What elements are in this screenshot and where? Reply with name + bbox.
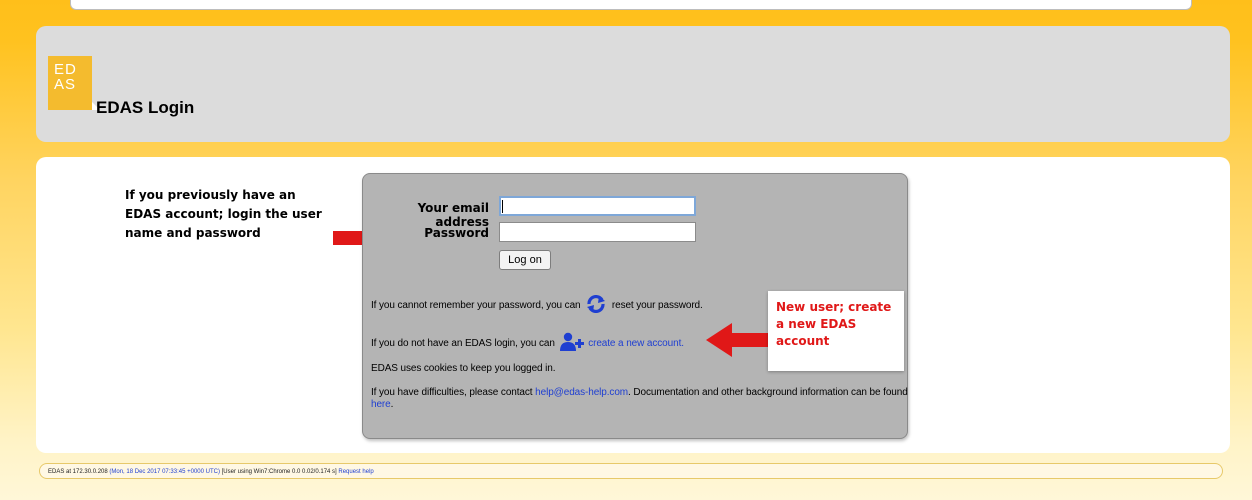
- text-caret: [502, 200, 503, 213]
- reset-prefix: If you cannot remember your password, yo…: [371, 300, 581, 312]
- help-email-link[interactable]: help@edas-help.com: [535, 387, 628, 398]
- footer-status-bar: EDAS at 172.30.0.208 (Mon, 18 Dec 2017 0…: [39, 463, 1223, 479]
- help-line: If you have difficulties, please contact…: [371, 387, 911, 411]
- new-account-line: If you do not have an EDAS login, you ca…: [371, 332, 684, 355]
- header-panel: ED AS EDAS Login: [36, 26, 1230, 142]
- email-label: Your email address: [417, 201, 489, 229]
- reset-password-line: If you cannot remember your password, yo…: [371, 295, 703, 316]
- new-user-annotation-text: New user; create a new EDAS account: [776, 300, 892, 348]
- log-on-button[interactable]: Log on: [499, 250, 551, 270]
- edas-logo: ED AS: [48, 56, 100, 110]
- new-user-callout: New user; create a new EDAS account: [768, 291, 904, 371]
- annotation-arrow-new-account: [706, 323, 770, 357]
- cookies-notice: EDAS uses cookies to keep you logged in.: [371, 363, 556, 374]
- content-panel: If you previously have an EDAS account; …: [36, 157, 1230, 453]
- password-label: Password: [424, 226, 489, 240]
- refresh-icon[interactable]: [585, 295, 607, 316]
- login-annotation-text: If you previously have an EDAS account; …: [125, 188, 322, 240]
- reset-suffix: reset your password.: [611, 300, 703, 312]
- add-user-icon[interactable]: [559, 332, 584, 355]
- footer-server: EDAS at 172.30.0.208: [48, 469, 108, 475]
- footer-timestamp: (Mon, 18 Dec 2017 07:33:45 +0000 UTC): [109, 469, 220, 475]
- page-title: EDAS Login: [96, 98, 195, 117]
- help-here-link[interactable]: here: [371, 399, 391, 410]
- create-account-link[interactable]: create a new account.: [588, 338, 684, 349]
- footer-user-info: [User using Win7:Chrome 0.0 0.02/0.174 s…: [221, 469, 337, 475]
- help-end: .: [390, 399, 394, 410]
- browser-address-bar[interactable]: [70, 0, 1192, 10]
- request-help-link[interactable]: Request help: [338, 469, 373, 475]
- logo-text: ED AS: [54, 61, 77, 93]
- help-middle: . Documentation and other background inf…: [628, 387, 908, 398]
- password-input[interactable]: [499, 222, 696, 242]
- help-prefix: If you have difficulties, please contact: [371, 387, 533, 398]
- new-prefix: If you do not have an EDAS login, you ca…: [371, 338, 555, 350]
- email-input[interactable]: [499, 196, 696, 216]
